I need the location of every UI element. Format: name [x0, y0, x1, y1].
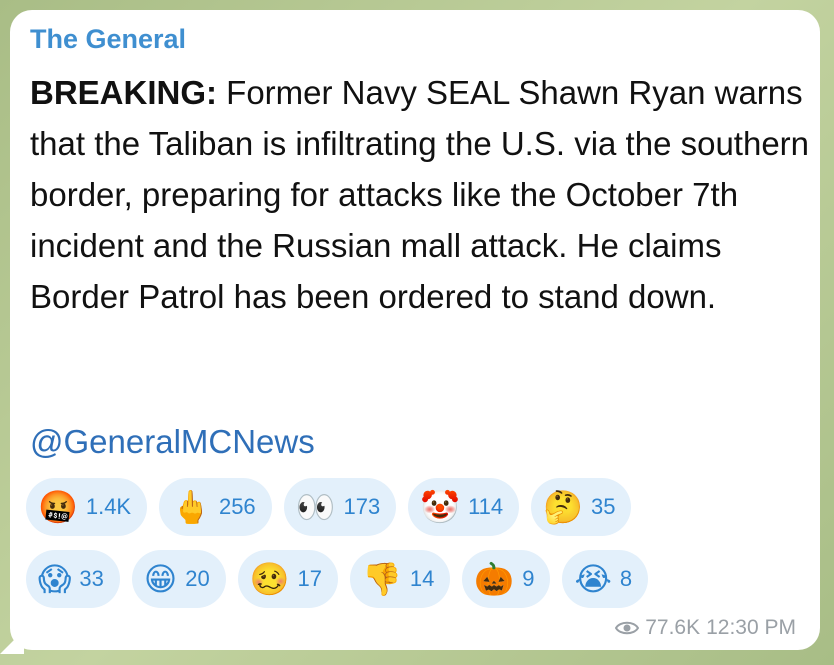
reaction-chip[interactable]: 🤔 35	[531, 478, 632, 536]
eyes-icon: 👀	[295, 488, 336, 526]
reaction-chip[interactable]: 😭 8	[562, 550, 649, 608]
message-time: 12:30 PM	[706, 616, 796, 639]
reaction-chip[interactable]: 😱 33	[26, 550, 120, 608]
crying-face-icon: 😭	[574, 560, 612, 598]
grinning-face-icon: 😁	[143, 560, 178, 598]
pointing-up-icon: 🖕	[171, 488, 211, 526]
reaction-chip[interactable]: 😁 20	[131, 550, 226, 608]
view-count: 77.6K	[645, 616, 701, 639]
reactions-row-2: 😱 33 😁 20 🥴 17 👎 14 🎃 9 😭 8	[26, 550, 806, 608]
reaction-chip[interactable]: 🖕 256	[159, 478, 272, 536]
reaction-count: 9	[522, 566, 535, 591]
message-text: BREAKING: Former Navy SEAL Shawn Ryan wa…	[30, 67, 810, 322]
thinking-face-icon: 🤔	[543, 488, 583, 526]
reaction-count: 173	[343, 494, 381, 519]
angry-cursing-face-icon: 🤬	[38, 488, 78, 526]
reaction-chip[interactable]: 🎃 9	[462, 550, 551, 608]
thumbs-down-icon: 👎	[362, 560, 402, 598]
reaction-count: 35	[591, 494, 616, 519]
message-meta: 77.6K 12:30 PM	[615, 616, 796, 640]
reaction-chip[interactable]: 👀 173	[283, 478, 397, 536]
reaction-count: 1.4K	[85, 494, 132, 519]
reaction-chip[interactable]: 🤬 1.4K	[26, 478, 148, 536]
reaction-chip[interactable]: 🤡 114	[408, 478, 520, 536]
message-bubble: The General BREAKING: Former Navy SEAL S…	[10, 10, 820, 650]
woozy-face-icon: 🥴	[249, 560, 290, 598]
clown-face-icon: 🤡	[420, 488, 461, 526]
mention-link[interactable]: @GeneralMCNews	[30, 423, 315, 461]
reaction-count: 20	[185, 566, 210, 591]
jack-o-lantern-icon: 🎃	[474, 560, 515, 598]
reactions-row-1: 🤬 1.4K 🖕 256 👀 173 🤡 114 🤔 35	[26, 478, 806, 536]
reaction-count: 14	[409, 566, 435, 591]
reaction-count: 33	[79, 566, 104, 591]
eye-icon	[615, 621, 640, 635]
sender-name[interactable]: The General	[30, 24, 186, 55]
reaction-count: 17	[297, 566, 323, 591]
screaming-face-icon: 😱	[38, 560, 72, 598]
message-lead: BREAKING:	[30, 74, 217, 111]
reactions-bar: 🤬 1.4K 🖕 256 👀 173 🤡 114 🤔 35 😱 33 😁 20 …	[26, 478, 806, 622]
reaction-chip[interactable]: 🥴 17	[237, 550, 339, 608]
reaction-count: 114	[468, 494, 504, 519]
reaction-count: 8	[619, 566, 633, 591]
reaction-chip[interactable]: 👎 14	[350, 550, 451, 608]
reaction-count: 256	[218, 494, 256, 519]
